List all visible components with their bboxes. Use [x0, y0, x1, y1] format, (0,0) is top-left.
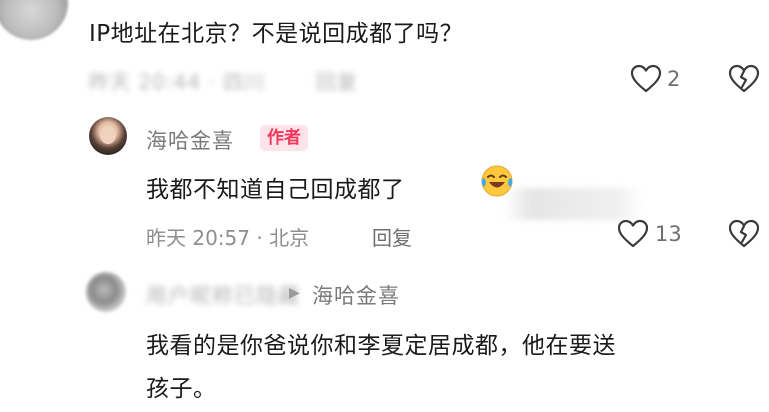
image-artifact: [504, 188, 644, 220]
username[interactable]: 用户昵称已隐藏: [146, 280, 300, 310]
comment-thread: IP地址在北京？不是说回成都了吗？ 昨天 20:44 · 四川 回复 2 海哈金…: [0, 0, 769, 412]
comment-meta: 昨天 20:44 · 四川: [89, 70, 266, 94]
comment-text: 我都不知道自己回成都了: [146, 177, 405, 203]
username[interactable]: 海哈金喜: [146, 125, 234, 155]
comment-time-location: 昨天 20:57 · 北京: [146, 226, 310, 250]
reply-arrow-icon: ▶: [289, 285, 300, 301]
like-count: 13: [655, 222, 682, 246]
reply-to-username[interactable]: 海哈金喜: [312, 280, 400, 310]
comment-text: 我看的是你爸说你和李夏定居成都，他在要送: [146, 333, 616, 359]
commenter-avatar[interactable]: [0, 0, 68, 40]
author-avatar[interactable]: [89, 117, 127, 155]
heart-outline-icon[interactable]: [616, 219, 650, 249]
reply-button[interactable]: 回复: [316, 66, 358, 95]
commenter-avatar[interactable]: [86, 272, 126, 312]
author-badge: 作者: [260, 125, 308, 151]
heart-outline-icon[interactable]: [630, 64, 662, 94]
like-count: 2: [667, 67, 681, 91]
reply-button[interactable]: 回复: [372, 222, 412, 251]
comment-text-continued: 孩子。: [146, 376, 217, 402]
comment-text: IP地址在北京？不是说回成都了吗？: [89, 21, 464, 47]
broken-heart-icon[interactable]: [727, 219, 761, 249]
broken-heart-icon[interactable]: [727, 64, 761, 94]
